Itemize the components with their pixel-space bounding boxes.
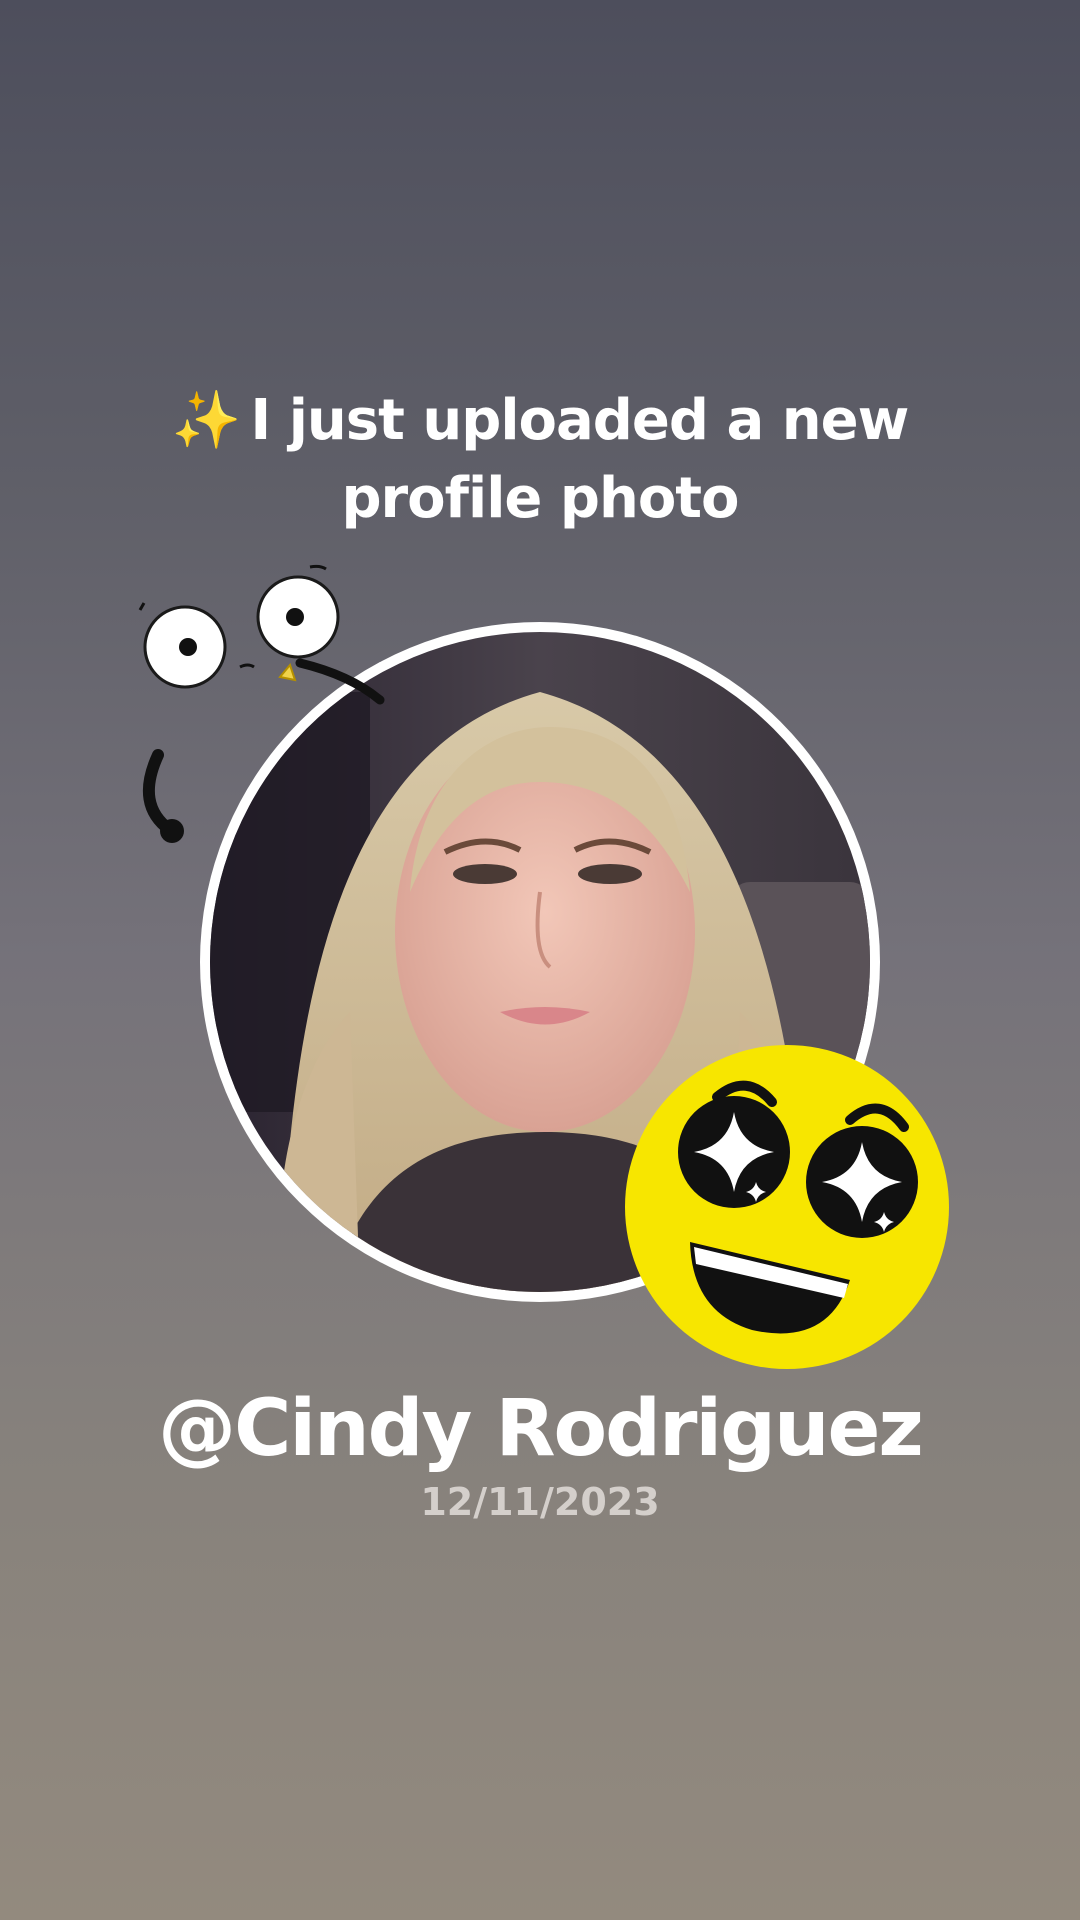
star-eyes-smiley-icon	[625, 1045, 949, 1369]
profile-photo-date: 12/11/2023	[420, 1480, 660, 1524]
googly-eyes-doodle-icon	[138, 564, 385, 843]
announcement-text-block: ✨ I just uploaded a new profile photo	[90, 382, 990, 538]
announcement-text: I just uploaded a new profile photo	[250, 388, 909, 531]
profile-username: @Cindy Rodriguez	[158, 1384, 924, 1474]
sparkles-icon: ✨	[171, 388, 242, 453]
